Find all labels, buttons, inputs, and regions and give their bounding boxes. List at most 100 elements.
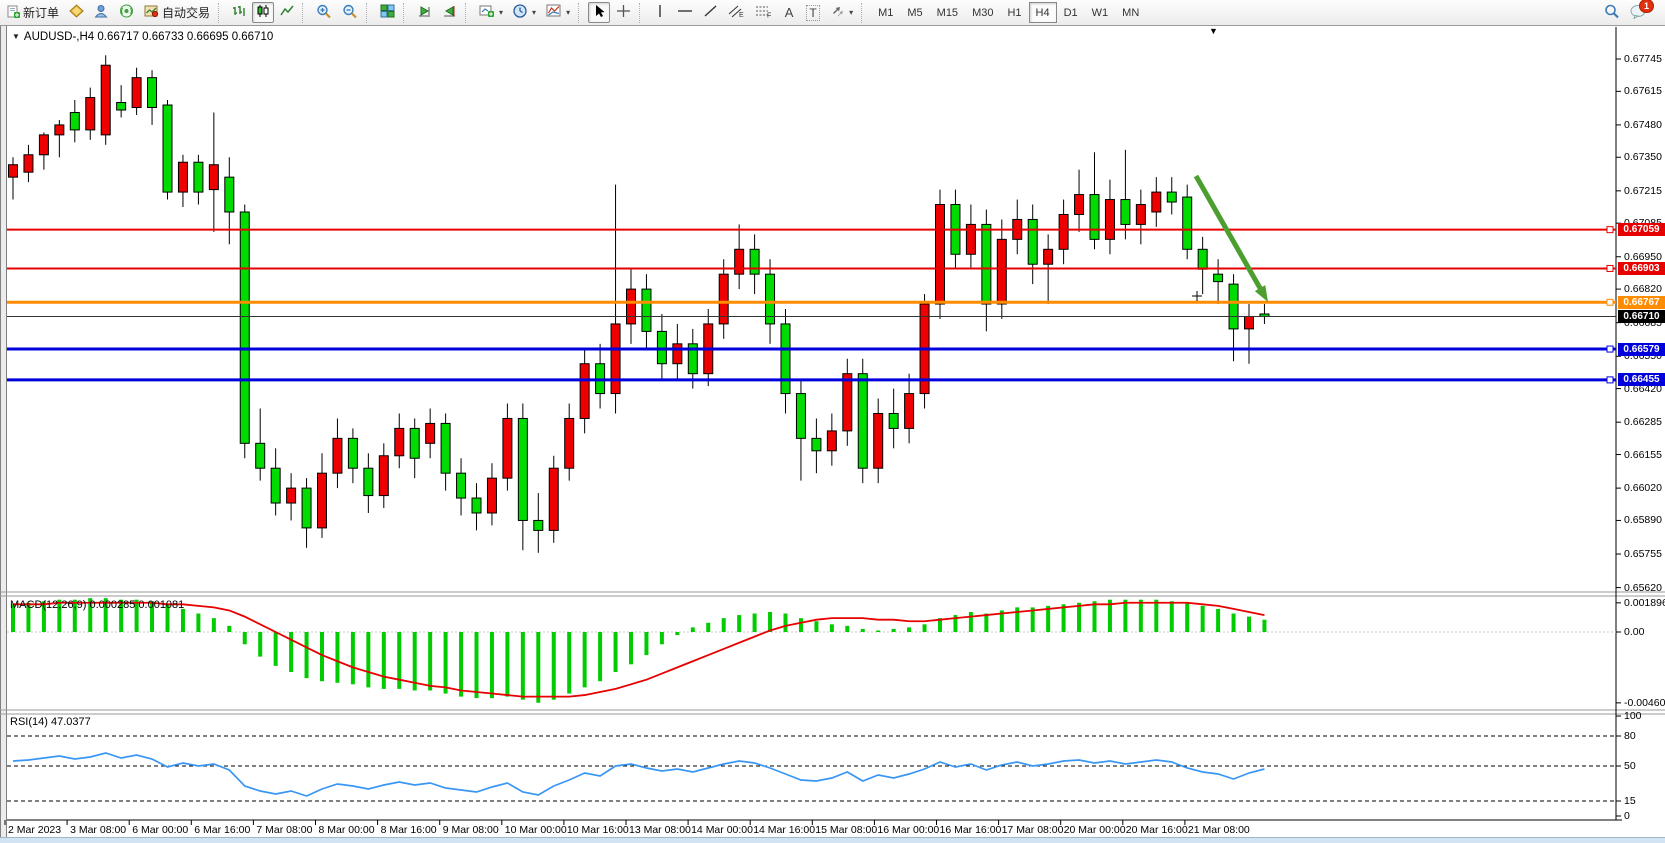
text-tool-icon: A	[785, 5, 794, 20]
indicators-icon	[546, 4, 562, 21]
time-axis-label: 17 Mar 08:00	[1002, 824, 1064, 836]
candlestick-chart-icon	[256, 4, 270, 21]
timeframe-button-h1[interactable]: H1	[1000, 2, 1028, 23]
new-chart-icon	[479, 4, 495, 21]
new-chart-dropdown[interactable]: ▾	[475, 2, 507, 23]
crosshair-button[interactable]	[612, 2, 635, 23]
arrows-dropdown[interactable]: ▾	[826, 2, 857, 23]
price-axis-ticks	[1616, 59, 1621, 588]
vertical-line-icon	[655, 4, 665, 21]
toolbar-separator	[366, 3, 372, 23]
toolbar-separator	[861, 3, 867, 23]
candlestick-chart-button[interactable]	[252, 2, 274, 23]
profiles-clock-dropdown[interactable]: ▾	[509, 2, 540, 23]
rsi-axis-label: 50	[1624, 760, 1636, 772]
line-chart-button[interactable]	[276, 2, 298, 23]
price-tick-label: 0.65890	[1624, 514, 1662, 526]
time-axis-label: 14 Mar 16:00	[753, 824, 815, 836]
zoom-out-button[interactable]	[338, 2, 362, 23]
zoom-in-icon	[316, 4, 332, 22]
macd-axis-label: -0.004606	[1624, 697, 1665, 709]
current-price-tag: 0.66710	[1618, 310, 1665, 323]
vertical-line-button[interactable]	[649, 2, 671, 23]
timeframe-button-m1[interactable]: M1	[871, 2, 900, 23]
zoom-out-icon	[342, 4, 358, 22]
channel-button[interactable]: E	[724, 2, 749, 23]
hline-price-tag: 0.67059	[1618, 223, 1665, 236]
market-watch-button[interactable]	[65, 2, 88, 23]
text-tool-button[interactable]: A	[778, 2, 800, 23]
signals-button[interactable]	[115, 2, 138, 23]
fibonacci-icon: F	[755, 4, 772, 21]
time-axis-label: 16 Mar 16:00	[940, 824, 1002, 836]
rsi-axis-label: 80	[1624, 730, 1636, 742]
chat-button[interactable]: 1	[1626, 2, 1651, 23]
price-tick-label: 0.66285	[1624, 416, 1662, 428]
search-button[interactable]	[1600, 2, 1624, 23]
equidistant-channel-icon: E	[728, 4, 745, 21]
price-tick-label: 0.65755	[1624, 548, 1662, 560]
time-axis-label: 7 Mar 08:00	[256, 824, 312, 836]
toolbar-separator	[465, 3, 471, 23]
toolbar-separator	[578, 3, 584, 23]
bars-chart-button[interactable]	[228, 2, 250, 23]
rsi-layer	[7, 716, 1621, 816]
autotrade-label: 自动交易	[162, 4, 210, 21]
autotrade-icon	[144, 4, 159, 21]
time-axis-label: 14 Mar 00:00	[691, 824, 753, 836]
horizontal-line-button[interactable]	[673, 2, 697, 23]
collapse-triangle-icon[interactable]: ▼	[12, 32, 20, 41]
autotrade-button[interactable]: 自动交易	[140, 2, 214, 23]
fibonacci-button[interactable]: F	[751, 2, 776, 23]
auto-scroll-button[interactable]	[413, 2, 436, 23]
timeframe-button-m5[interactable]: M5	[900, 2, 929, 23]
chart-canvas[interactable]	[0, 0, 1665, 843]
cursor-button[interactable]	[588, 2, 610, 23]
timeframe-button-w1[interactable]: W1	[1085, 2, 1116, 23]
chat-unread-badge: 1	[1639, 0, 1654, 13]
hline-price-tag: 0.66903	[1618, 262, 1665, 275]
chart-title-text: AUDUSD-,H4 0.66717 0.66733 0.66695 0.667…	[24, 31, 273, 43]
timeframe-button-m15[interactable]: M15	[930, 2, 965, 23]
toolbar-separator	[403, 3, 409, 23]
trendline-button[interactable]	[699, 2, 722, 23]
indicators-dropdown[interactable]: ▾	[542, 2, 574, 23]
timeframe-button-h4[interactable]: H4	[1029, 2, 1057, 23]
chart-shift-button[interactable]	[438, 2, 461, 23]
tile-windows-icon	[380, 4, 395, 21]
tile-windows-button[interactable]	[376, 2, 399, 23]
chevron-down-icon: ▾	[849, 8, 853, 17]
chart-shift-marker[interactable]: ▼	[1209, 26, 1218, 36]
gold-diamond-icon	[69, 4, 84, 21]
macd-layer	[7, 598, 1621, 703]
timeframe-button-d1[interactable]: D1	[1057, 2, 1085, 23]
price-tick-label: 0.67215	[1624, 185, 1662, 197]
price-tick-label: 0.66820	[1624, 283, 1662, 295]
hline-price-tag: 0.66579	[1618, 343, 1665, 356]
price-tick-label: 0.66020	[1624, 482, 1662, 494]
time-axis-label: 10 Mar 16:00	[567, 824, 629, 836]
macd-axis-label: 0.00	[1624, 626, 1644, 638]
time-axis-label: 8 Mar 00:00	[319, 824, 375, 836]
price-tick-label: 0.67350	[1624, 151, 1662, 163]
price-tick-label: 0.67480	[1624, 119, 1662, 131]
time-axis-label: 9 Mar 08:00	[443, 824, 499, 836]
price-tick-label: 0.67615	[1624, 85, 1662, 97]
new-order-button[interactable]: 新订单	[3, 2, 63, 23]
time-axis-label: 13 Mar 08:00	[629, 824, 691, 836]
new-order-icon	[7, 5, 20, 21]
time-axis-label: 6 Mar 00:00	[132, 824, 188, 836]
timeframe-button-m30[interactable]: M30	[965, 2, 1000, 23]
text-label-button[interactable]: T	[802, 2, 824, 23]
trendline-icon	[703, 4, 718, 21]
search-icon	[1604, 4, 1620, 22]
community-button[interactable]	[90, 2, 113, 23]
chart-title: ▼ AUDUSD-,H4 0.66717 0.66733 0.66695 0.66…	[12, 31, 273, 43]
hline-price-tag: 0.66455	[1618, 373, 1665, 386]
channel-glyph: E	[739, 12, 744, 18]
cursor-arrow-icon	[593, 4, 606, 21]
hline-price-tag: 0.66767	[1618, 296, 1665, 309]
mt4-window: { "toolbar": { "new_order_label": "新订单",…	[0, 0, 1665, 843]
zoom-in-button[interactable]	[312, 2, 336, 23]
timeframe-button-mn[interactable]: MN	[1115, 2, 1146, 23]
